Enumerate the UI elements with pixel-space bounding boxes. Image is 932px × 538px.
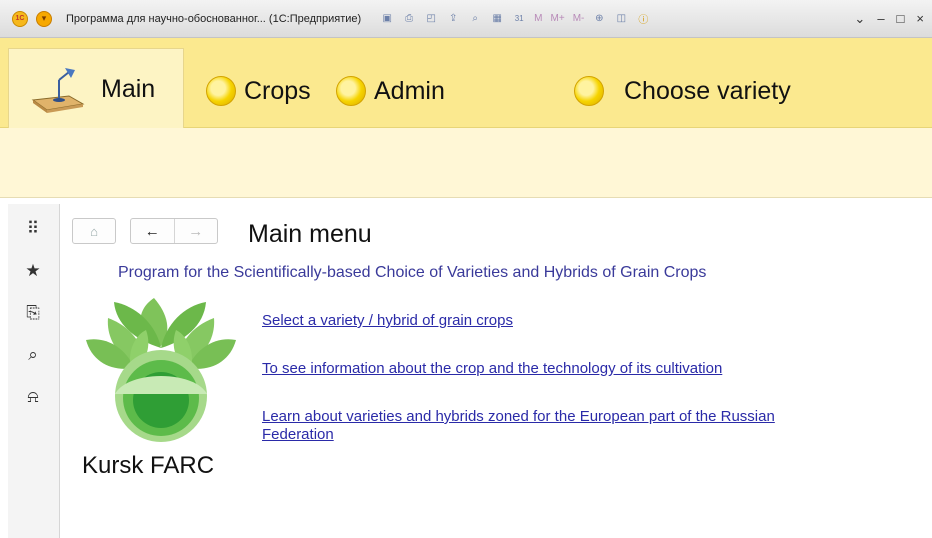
- section-choose-variety-label: Choose variety: [624, 76, 791, 105]
- section-circle-icon: [574, 76, 604, 106]
- forward-button[interactable]: →: [175, 219, 218, 243]
- favorites-star-icon[interactable]: ★: [22, 260, 44, 282]
- left-toolbar: ⠿ ★ ⎘ ⌕ ⍾: [8, 204, 60, 538]
- panel-icon[interactable]: ◫: [613, 11, 629, 27]
- minimize-button[interactable]: –: [877, 11, 884, 27]
- section-admin-label: Admin: [374, 76, 445, 105]
- section-main[interactable]: Main: [8, 48, 184, 130]
- save-icon[interactable]: ▣: [379, 11, 395, 27]
- crop-info-link[interactable]: To see information about the crop and th…: [262, 360, 722, 377]
- history-icon[interactable]: ⎘: [22, 302, 44, 324]
- search-icon[interactable]: ⌕: [22, 344, 44, 366]
- section-circle-icon: [336, 76, 366, 106]
- program-title: Program for the Scientifically-based Cho…: [118, 264, 707, 281]
- maximize-button[interactable]: □: [897, 11, 905, 27]
- select-variety-link[interactable]: Select a variety / hybrid of grain crops: [262, 312, 513, 329]
- upload-icon[interactable]: ⇪: [445, 11, 461, 27]
- info-icon[interactable]: ⓘ: [635, 11, 651, 27]
- home-button[interactable]: ⌂: [72, 218, 116, 244]
- window-controls: ⌄ – □ ×: [854, 11, 924, 27]
- window-toolbar: ▣ ⎙ ◰ ⇪ ⌕ ▦ 31 M M+ M- ⊕ ◫ ⓘ: [379, 11, 651, 27]
- functions-panel: [0, 128, 932, 198]
- zoom-icon[interactable]: ⊕: [591, 11, 607, 27]
- title-bar: 1C ▾ Программа для научно-обоснованног..…: [0, 0, 932, 38]
- calendar-icon[interactable]: 31: [511, 11, 527, 27]
- preview-icon[interactable]: ◰: [423, 11, 439, 27]
- find-icon[interactable]: ⌕: [467, 11, 483, 27]
- notifications-bell-icon[interactable]: ⍾: [22, 386, 44, 408]
- section-crops[interactable]: Crops: [206, 76, 311, 106]
- sections-bar: Main Crops Admin Choose variety: [0, 38, 932, 130]
- section-circle-icon: [206, 76, 236, 106]
- desk-lamp-icon: [31, 67, 85, 113]
- calculator-icon[interactable]: ▦: [489, 11, 505, 27]
- main-menu-button[interactable]: ▾: [36, 10, 52, 27]
- chevron-down-icon[interactable]: ⌄: [854, 11, 865, 27]
- back-button[interactable]: ←: [131, 219, 175, 243]
- window-title: Программа для научно-обоснованног... (1С…: [66, 12, 362, 25]
- close-button[interactable]: ×: [916, 11, 924, 27]
- apps-grid-icon[interactable]: ⠿: [22, 218, 44, 240]
- page-title: Main menu: [248, 220, 372, 248]
- app-logo-icon[interactable]: 1C: [12, 10, 28, 27]
- memory-plus-icon[interactable]: M+: [550, 11, 566, 27]
- print-icon[interactable]: ⎙: [401, 11, 417, 27]
- home-icon: ⌂: [90, 223, 98, 239]
- zoned-varieties-link[interactable]: Learn about varieties and hybrids zoned …: [262, 408, 802, 444]
- section-choose-variety[interactable]: Choose variety: [574, 76, 791, 106]
- kursk-farc-logo-icon: [86, 298, 236, 442]
- history-nav: ← →: [130, 218, 218, 244]
- section-crops-label: Crops: [244, 76, 311, 105]
- section-admin[interactable]: Admin: [336, 76, 445, 106]
- organization-name: Kursk FARC: [82, 452, 215, 479]
- memory-icon[interactable]: M: [533, 11, 543, 27]
- memory-minus-icon[interactable]: M-: [572, 11, 586, 27]
- section-main-label: Main: [101, 75, 156, 103]
